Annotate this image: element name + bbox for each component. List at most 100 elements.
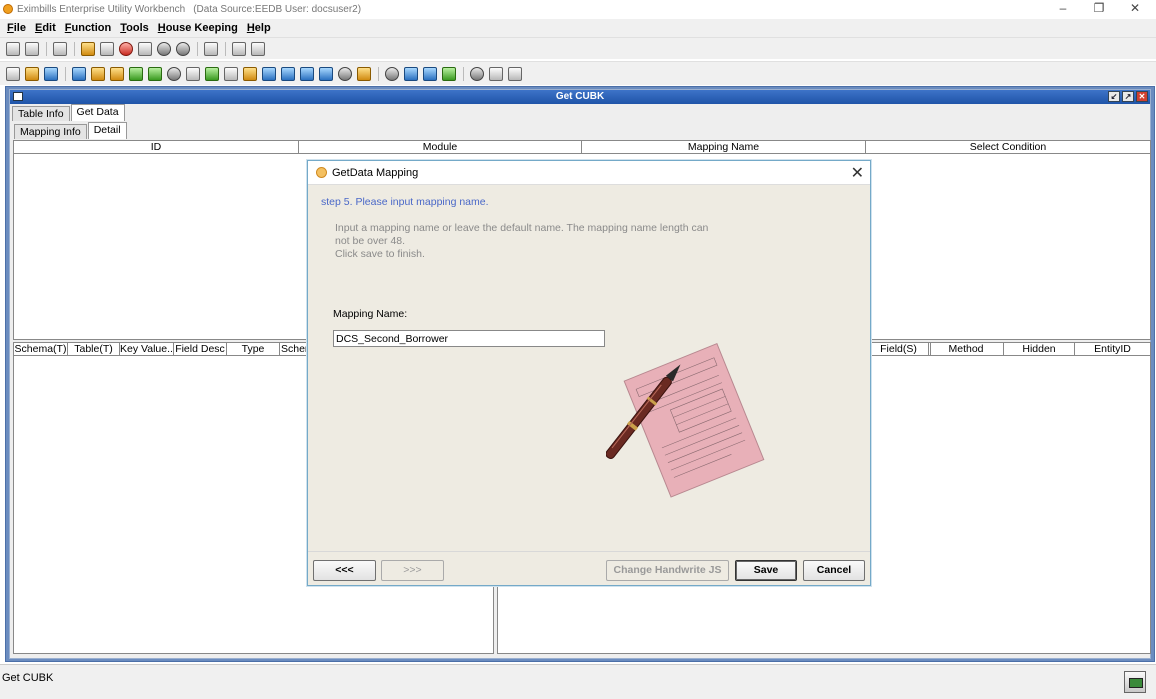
dialog-close-button[interactable]: ✕ [851,163,864,183]
menu-function[interactable]: Function [65,22,111,34]
dialog-title: GetData Mapping [332,167,419,179]
binoculars-icon[interactable] [138,41,152,56]
column-header-table[interactable]: Table(T) [68,343,120,355]
column-header-schema[interactable]: Schema(T) [14,343,68,355]
menu-file[interactable]: File [7,22,26,34]
getdata-mapping-dialog: GetData Mapping ✕ step 5. Please input m… [307,160,871,586]
user-icon[interactable] [319,66,333,81]
print-icon[interactable] [232,41,246,56]
comment-icon[interactable] [251,41,265,56]
connect-icon[interactable] [423,66,437,81]
tree-icon[interactable] [224,66,238,81]
column-header-field-desc[interactable]: Field Desc [174,343,227,355]
mapping-name-input[interactable] [333,330,605,347]
toolbar-primary [0,37,1156,59]
cylinder-icon[interactable] [508,66,522,81]
column-header-select-condition[interactable]: Select Condition [866,141,1150,153]
copy-icon[interactable] [100,41,114,56]
column-header-mapping-name[interactable]: Mapping Name [582,141,866,153]
export-icon[interactable] [357,66,371,81]
lock-icon[interactable] [157,41,171,56]
dialog-footer: <<< >>> Change Handwrite JS Save Cancel [308,551,870,585]
instruction-line-1: Input a mapping name or leave the defaul… [335,222,709,234]
table-header: ID Module Mapping Name Select Condition [14,141,1150,154]
circle-icon[interactable] [167,66,181,81]
network-icon[interactable] [72,66,86,81]
document-icon[interactable] [6,66,20,81]
filter-icon[interactable] [300,66,314,81]
toolbar-secondary [0,61,1156,85]
status-bar: Get CUBK [0,664,1156,699]
settings-icon[interactable] [25,66,39,81]
column-header-method[interactable]: Method [929,343,1004,356]
toolbar-separator [225,41,226,56]
edit-icon[interactable] [81,41,95,56]
app-logo-icon [3,4,13,14]
cube-icon[interactable] [129,66,143,81]
tab-table-info[interactable]: Table Info [12,106,70,121]
toolbar-separator [74,41,75,56]
menu-tools[interactable]: Tools [120,22,149,34]
back-button[interactable]: <<< [313,560,376,581]
menu-house-keeping[interactable]: House Keeping [158,22,238,34]
open-icon[interactable] [25,41,39,56]
datasource-info: (Data Source:EEDB User: docsuser2) [193,3,362,15]
toolbar-separator [378,66,379,81]
tools-icon[interactable] [243,66,257,81]
column-header-entity-id[interactable]: EntityID [1075,343,1150,356]
minimize-button[interactable]: – [1048,1,1078,15]
frame-close-button[interactable]: ✕ [1136,91,1148,102]
refresh-icon[interactable] [442,66,456,81]
new-icon[interactable] [6,41,20,56]
frame-minimize-button[interactable]: ↙ [1108,91,1120,102]
column-header-field-s[interactable]: Field(S) [868,343,929,356]
monitor-icon[interactable] [281,66,295,81]
column-header-id[interactable]: ID [14,141,299,153]
mapping-name-label: Mapping Name: [333,308,408,320]
instruction-line-2: not be over 48. [335,235,406,247]
column-header-module[interactable]: Module [299,141,582,153]
column-header-hidden[interactable]: Hidden [1004,343,1075,356]
pencil-icon[interactable] [148,66,162,81]
toolbar-separator [46,41,47,56]
window-close-button[interactable]: ✕ [1120,1,1150,15]
database-icon[interactable] [44,66,58,81]
column-header-key-value[interactable]: Key Value... [120,343,174,355]
tab-detail[interactable]: Detail [87,122,127,139]
restore-button[interactable]: ❐ [1084,1,1114,15]
stop-icon[interactable] [119,41,133,56]
save-button[interactable]: Save [735,560,797,581]
cancel-button[interactable]: Cancel [803,560,865,581]
frame-maximize-button[interactable]: ↗ [1122,91,1134,102]
tab-mapping-info[interactable]: Mapping Info [14,124,87,139]
frame-titlebar: Get CUBK ↙ ↗ ✕ [10,90,1150,104]
status-text: Get CUBK [2,672,54,684]
table-icon[interactable] [186,66,200,81]
diamond-icon[interactable] [110,66,124,81]
memory-monitor-icon[interactable] [1124,671,1146,693]
xml-icon[interactable] [404,66,418,81]
next-button[interactable]: >>> [381,560,444,581]
grid-icon[interactable] [489,66,503,81]
instruction-line-3: Click save to finish. [335,248,425,260]
menu-edit[interactable]: Edit [35,22,56,34]
unlock-icon[interactable] [176,41,190,56]
gear-icon[interactable] [470,66,484,81]
frame-title: Get CUBK [555,91,605,102]
step-heading: step 5. Please input mapping name. [321,196,489,208]
globe-icon[interactable] [385,66,399,81]
outer-tab-bar: Table Info Get Data [12,104,126,121]
bookmark-icon[interactable] [204,41,218,56]
tag-icon[interactable] [205,66,219,81]
menu-help[interactable]: Help [247,22,271,34]
hexagon-icon[interactable] [338,66,352,81]
frame-controls: ↙ ↗ ✕ [1106,91,1148,102]
toolbar-separator [463,66,464,81]
chart-icon[interactable] [91,66,105,81]
change-handwrite-js-button[interactable]: Change Handwrite JS [606,560,729,581]
menu-bar: File Edit Function Tools House Keeping H… [0,19,1156,37]
save-icon[interactable] [53,41,67,56]
tab-get-data[interactable]: Get Data [70,104,125,121]
column-header-type[interactable]: Type [227,343,280,355]
transfer-icon[interactable] [262,66,276,81]
